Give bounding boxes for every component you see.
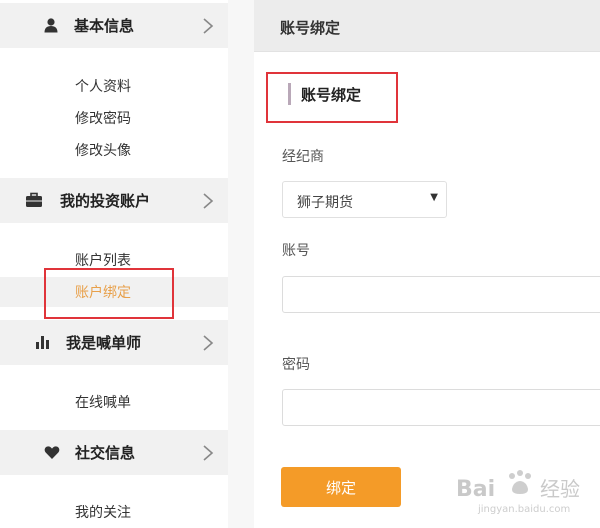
broker-select[interactable]: 狮子期货 ▼ <box>282 181 447 218</box>
account-input[interactable] <box>282 276 600 313</box>
bind-button[interactable]: 绑定 <box>281 467 401 507</box>
sidebar-item-change-avatar[interactable]: 修改头像 <box>0 135 228 165</box>
sidebar-item-account-binding[interactable]: 账户绑定 <box>0 277 228 307</box>
baidu-jingyan-watermark: Bai 经验 jingyan.baidu.com <box>448 466 598 516</box>
sidebar-item-online-signal[interactable]: 在线喊单 <box>0 387 228 417</box>
sidebar-item-label: 账户列表 <box>75 253 131 269</box>
sidebar-item-label: 个人资料 <box>75 79 131 95</box>
svg-text:经验: 经验 <box>540 477 580 501</box>
sidebar-item-change-password[interactable]: 修改密码 <box>0 103 228 133</box>
user-icon <box>42 16 60 34</box>
section-title-text: 账号绑定 <box>301 85 362 104</box>
chevron-right-icon <box>202 17 216 35</box>
sidebar-item-label: 账户绑定 <box>75 285 131 301</box>
account-label: 账号 <box>282 243 310 259</box>
section-title: 账号绑定 <box>288 80 361 108</box>
chevron-right-icon <box>202 192 216 210</box>
section-title-accent-bar <box>288 83 291 105</box>
password-label: 密码 <box>282 357 310 373</box>
heart-icon <box>43 443 61 461</box>
sidebar-item-account-list[interactable]: 账户列表 <box>0 245 228 275</box>
page-title: 账号绑定 <box>280 19 341 37</box>
sidebar: 基本信息 个人资料 修改密码 修改头像 我的投资账户 账户列表 账户绑定 我是喊… <box>0 0 228 528</box>
broker-label: 经纪商 <box>282 149 324 165</box>
sidebar-item-profile[interactable]: 个人资料 <box>0 71 228 101</box>
sidebar-section-title: 基本信息 <box>74 17 135 35</box>
sidebar-section-title: 我是喊单师 <box>66 334 142 352</box>
bar-chart-icon <box>34 333 52 351</box>
sidebar-item-label: 修改头像 <box>75 143 131 159</box>
sidebar-section-signal-caller[interactable]: 我是喊单师 <box>0 320 228 365</box>
sidebar-item-label: 在线喊单 <box>75 395 131 411</box>
sidebar-section-title: 社交信息 <box>75 444 136 462</box>
sidebar-item-label: 我的关注 <box>75 505 131 521</box>
sidebar-section-investment-account[interactable]: 我的投资账户 <box>0 178 228 223</box>
chevron-right-icon <box>202 334 216 352</box>
broker-select-value: 狮子期货 <box>297 195 353 211</box>
sidebar-section-social[interactable]: 社交信息 <box>0 430 228 475</box>
svg-text:jingyan.baidu.com: jingyan.baidu.com <box>477 504 570 515</box>
briefcase-icon <box>25 191 43 209</box>
sidebar-item-label: 修改密码 <box>75 111 131 127</box>
sidebar-item-my-follows[interactable]: 我的关注 <box>0 497 228 527</box>
chevron-right-icon <box>202 444 216 462</box>
main-header: 账号绑定 <box>254 0 600 52</box>
column-divider <box>228 0 254 528</box>
sidebar-section-basic-info[interactable]: 基本信息 <box>0 3 228 48</box>
dropdown-arrow-icon: ▼ <box>430 192 438 203</box>
password-input[interactable] <box>282 389 600 426</box>
main-panel: 账号绑定 账号绑定 经纪商 狮子期货 ▼ 账号 密码 绑定 <box>254 0 600 528</box>
sidebar-section-title: 我的投资账户 <box>60 192 151 210</box>
svg-text:Bai: Bai <box>456 477 495 502</box>
